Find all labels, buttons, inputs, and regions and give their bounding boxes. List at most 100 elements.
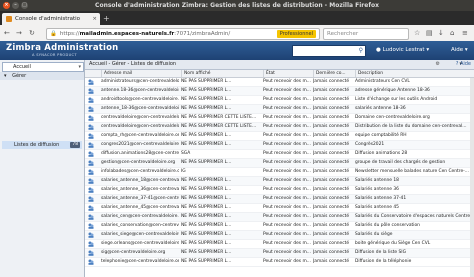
download-icon[interactable]: ↓ bbox=[438, 28, 444, 38]
table-row[interactable]: sig@cen-centrevaldeloire.org NE PAS SUPPR… bbox=[85, 249, 474, 258]
sidebar-item-distribution-lists[interactable]: Listes de diffusion 78 bbox=[2, 141, 82, 149]
cell-display-name: NE PAS SUPPRIMER L... bbox=[181, 142, 232, 147]
sidebar-section-manage[interactable]: ▾ Gérer bbox=[0, 72, 84, 80]
cell-last-login: Jamais connecté bbox=[313, 79, 350, 84]
close-window-icon[interactable]: × bbox=[3, 2, 10, 9]
cell-last-login: Jamais connecté bbox=[313, 106, 350, 111]
cell-status: Peut recevoir des m... bbox=[263, 205, 311, 210]
sidebar: Accueil ▾ ▾ Gérer Listes de diffusion 78 bbox=[0, 60, 85, 277]
new-tab-icon[interactable]: + bbox=[103, 14, 110, 24]
table-row[interactable]: infolabades@cen-centrevaldeloire.org IG Pe… bbox=[85, 168, 474, 177]
distribution-list-icon bbox=[88, 259, 94, 265]
distribution-list-icon bbox=[88, 124, 94, 130]
search-icon[interactable]: ⚲ bbox=[359, 46, 363, 56]
browser-search-input[interactable]: Rechercher bbox=[323, 28, 409, 40]
cell-description: Salariés antenne 45 bbox=[355, 205, 399, 210]
cell-status: Peut recevoir des m... bbox=[263, 160, 311, 165]
column-header-status[interactable]: État bbox=[263, 70, 314, 77]
window-titlebar: × – □ Console d'administration Zimbra: G… bbox=[0, 0, 474, 11]
cell-display-name: NE PAS SUPPRIMER L... bbox=[181, 187, 232, 192]
column-header-last-login[interactable]: Dernière co... bbox=[313, 70, 356, 77]
table-row[interactable]: androidtools@cen-centrevaldeloire.org NE … bbox=[85, 96, 474, 105]
table-row[interactable]: congres2021@cen-centrevaldeloire.org NE P… bbox=[85, 141, 474, 150]
cell-email: salaries_siege@cen-centrevaldeloire.org bbox=[101, 232, 179, 237]
distribution-list-icon bbox=[88, 196, 94, 202]
cell-display-name: NE PAS SUPPRIMER CETTE LISTE... bbox=[181, 124, 257, 129]
table-row[interactable]: salaries_conservation@cen-centrevaldeloi… bbox=[85, 222, 474, 231]
table-row[interactable]: siege.orleans@cen-centrevaldeloire.orgNE… bbox=[85, 240, 474, 249]
distribution-list-icon bbox=[88, 106, 94, 112]
column-header-email[interactable]: Adresse mail bbox=[101, 70, 182, 77]
cell-last-login: Jamais connecté bbox=[313, 115, 350, 120]
back-icon[interactable]: ← bbox=[4, 28, 10, 38]
cell-email: congres2021@cen-centrevaldeloire.org bbox=[101, 142, 179, 147]
distribution-list-icon bbox=[88, 160, 94, 166]
table-row[interactable]: salaries_antenne_36@cen-centrevaldeloire… bbox=[85, 186, 474, 195]
cell-last-login: Jamais connecté bbox=[313, 142, 350, 147]
home-icon[interactable]: ⌂ bbox=[450, 28, 454, 38]
column-header-description[interactable]: Description bbox=[355, 70, 474, 77]
cell-description: salariés antenne 18-36 bbox=[355, 106, 406, 111]
table-row[interactable]: antenne.18-36@cen-centrevaldeloire.orgNE… bbox=[85, 87, 474, 96]
cell-status: Peut recevoir des m... bbox=[263, 151, 311, 156]
table-row[interactable]: telephonie@cen-centrevaldeloire.org NE PA… bbox=[85, 258, 474, 267]
cell-display-name: NE PAS SUPPRIMER L... bbox=[181, 241, 232, 246]
cell-display-name: NE PAS SUPPRIMER L... bbox=[181, 97, 232, 102]
chevron-down-icon: ▾ bbox=[78, 64, 81, 70]
url-bar[interactable]: 🔒 https://mailadmin.espaces-naturels.fr:7… bbox=[46, 28, 320, 40]
cell-last-login: Jamais connecté bbox=[313, 169, 350, 174]
table-row[interactable]: centrevaldeloire@cen-centrevaldeloire.or… bbox=[85, 114, 474, 123]
cell-display-name: NE PAS SUPPRIMER CETTE LISTE... bbox=[181, 115, 257, 120]
table-row[interactable]: salaries_cen@cen-centrevaldeloire.org NE … bbox=[85, 213, 474, 222]
table-row[interactable]: gestion@cen-centrevaldeloire.org NE PAS S… bbox=[85, 159, 474, 168]
distribution-list-icon bbox=[88, 250, 94, 256]
cell-description: Newsletter mensuelle balades nature Cen … bbox=[355, 169, 469, 174]
table-row[interactable]: administrateurs@cen-centrevaldeloire.org… bbox=[85, 78, 474, 87]
cell-status: Peut recevoir des m... bbox=[263, 241, 311, 246]
reload-icon[interactable]: ↻ bbox=[29, 28, 35, 38]
cell-status: Peut recevoir des m... bbox=[263, 187, 311, 192]
gear-icon[interactable]: ⚙ bbox=[436, 60, 440, 69]
table-scrollbar[interactable] bbox=[470, 78, 474, 277]
table-row[interactable]: centrevaldeloire@cen-centrevaldeloire.or… bbox=[85, 123, 474, 132]
bookmark-star-icon[interactable]: ☆ bbox=[414, 28, 420, 38]
zimbra-search-input[interactable]: ⚲ bbox=[292, 45, 366, 57]
user-menu[interactable]: ● Ludovic Lestrat ▾ bbox=[376, 45, 429, 55]
cell-status: Peut recevoir des m... bbox=[263, 214, 311, 219]
cell-email: sig@cen-centrevaldeloire.org bbox=[101, 250, 166, 255]
zimbra-header: Zimbra Administration A SYNACOR PRODUCT … bbox=[0, 41, 474, 60]
bookmarks-icon[interactable]: ▤ bbox=[426, 28, 433, 38]
cell-description: boite générique du Siège Cen CVL bbox=[355, 241, 431, 246]
tab-close-icon[interactable]: × bbox=[92, 13, 97, 25]
forward-icon[interactable]: → bbox=[16, 28, 22, 38]
cell-description: Diffusion animations 28 bbox=[355, 151, 408, 156]
cell-description: Distribution de la liste du domaine cen-… bbox=[355, 124, 467, 129]
column-header-display-name[interactable]: Nom affiché bbox=[181, 70, 264, 77]
table-row[interactable]: antenne_18-36@cen-centrevaldeloire.orgNE… bbox=[85, 105, 474, 114]
table-row[interactable]: salaries_siege@cen-centrevaldeloire.orgN… bbox=[85, 231, 474, 240]
cell-display-name: NE PAS SUPPRIMER L... bbox=[181, 196, 232, 201]
page-help-link[interactable]: ? Aide bbox=[456, 60, 471, 69]
help-menu[interactable]: Aide ▾ bbox=[451, 45, 468, 55]
home-dropdown[interactable]: Accueil ▾ bbox=[2, 62, 84, 72]
distribution-list-icon bbox=[88, 214, 94, 220]
cell-display-name: NE PAS SUPPRIMER L... bbox=[181, 205, 232, 210]
url-host: mailadmin.espaces-naturels.fr bbox=[79, 31, 175, 37]
table-row[interactable]: salaries_antenne_45@cen-centrevaldeloire… bbox=[85, 204, 474, 213]
menu-icon[interactable]: ≡ bbox=[462, 28, 468, 38]
table-row[interactable]: diffusion.animations28@cen-centrevaldelo… bbox=[85, 150, 474, 159]
table-row[interactable]: compta_rh@cen-centrevaldeloire.org NE PAS… bbox=[85, 132, 474, 141]
table-row[interactable]: salaries_antenne_37-41@cen-centrevaldelo… bbox=[85, 195, 474, 204]
cell-display-name: NE PAS SUPPRIMER L... bbox=[181, 178, 232, 183]
maximize-window-icon[interactable]: □ bbox=[21, 2, 28, 9]
cell-email: salaries_antenne_18@cen-centrevaldeloire… bbox=[101, 178, 179, 183]
count-badge: 78 bbox=[70, 142, 80, 148]
table-row[interactable]: salaries_antenne_18@cen-centrevaldeloire… bbox=[85, 177, 474, 186]
cell-email: telephonie@cen-centrevaldeloire.org bbox=[101, 259, 179, 264]
minimize-window-icon[interactable]: – bbox=[12, 2, 19, 9]
browser-tab[interactable]: Console d'administratio × bbox=[2, 13, 100, 25]
cell-status: Peut recevoir des m... bbox=[263, 223, 311, 228]
cell-description: Salariés antenne 37-41 bbox=[355, 196, 407, 201]
cell-last-login: Jamais connecté bbox=[313, 88, 350, 93]
distribution-list-icon bbox=[88, 142, 94, 148]
